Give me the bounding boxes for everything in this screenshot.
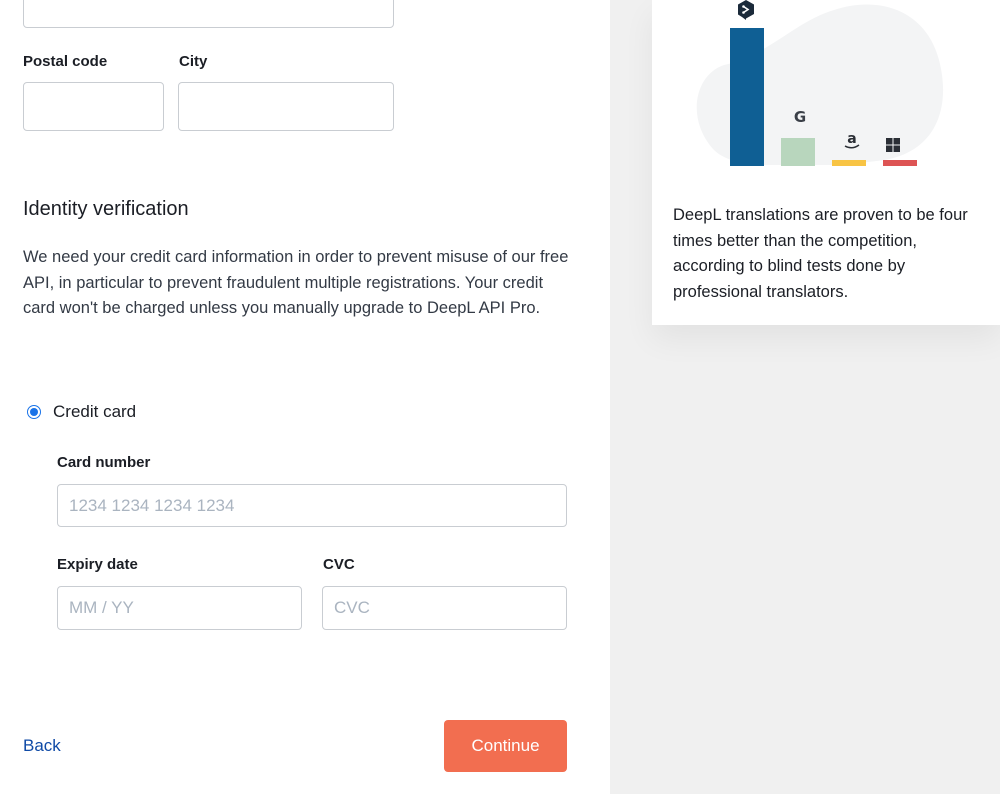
quality-claim-text: DeepL translations are proven to be four… bbox=[673, 206, 968, 301]
identity-verification-title: Identity verification bbox=[23, 198, 189, 220]
credit-card-option[interactable]: Credit card bbox=[27, 401, 136, 423]
cvc-label: CVC bbox=[323, 556, 355, 573]
amazon-icon: a bbox=[842, 131, 862, 151]
address-input[interactable] bbox=[23, 0, 394, 28]
google-icon: G bbox=[793, 108, 807, 126]
deepl-bar bbox=[730, 28, 764, 166]
city-label: City bbox=[179, 53, 208, 70]
expiry-date-label: Expiry date bbox=[57, 556, 138, 573]
microsoft-bar bbox=[883, 160, 917, 166]
cvc-input[interactable] bbox=[322, 586, 567, 630]
expiry-date-input[interactable] bbox=[57, 586, 302, 630]
back-link[interactable]: Back bbox=[23, 736, 61, 756]
google-bar bbox=[781, 138, 815, 166]
svg-text:a: a bbox=[847, 131, 856, 147]
continue-button[interactable]: Continue bbox=[444, 720, 567, 772]
radio-selected-dot bbox=[30, 408, 38, 416]
quality-comparison-card: G a DeepL translations are proven to be … bbox=[652, 0, 1000, 325]
postal-code-label: Postal code bbox=[23, 53, 108, 70]
credit-card-option-label: Credit card bbox=[53, 402, 137, 421]
identity-verification-description: We need your credit card information in … bbox=[23, 248, 569, 317]
credit-card-radio[interactable] bbox=[27, 405, 41, 419]
amazon-bar bbox=[832, 160, 866, 166]
card-number-label: Card number bbox=[57, 454, 151, 471]
microsoft-icon bbox=[883, 135, 903, 155]
background-blob bbox=[696, 4, 944, 165]
deepl-icon bbox=[736, 0, 756, 20]
card-number-input[interactable] bbox=[57, 484, 567, 527]
postal-code-input[interactable] bbox=[23, 82, 164, 131]
registration-form-panel: Postal code City Identity verification W… bbox=[0, 0, 610, 794]
city-input[interactable] bbox=[178, 82, 394, 131]
